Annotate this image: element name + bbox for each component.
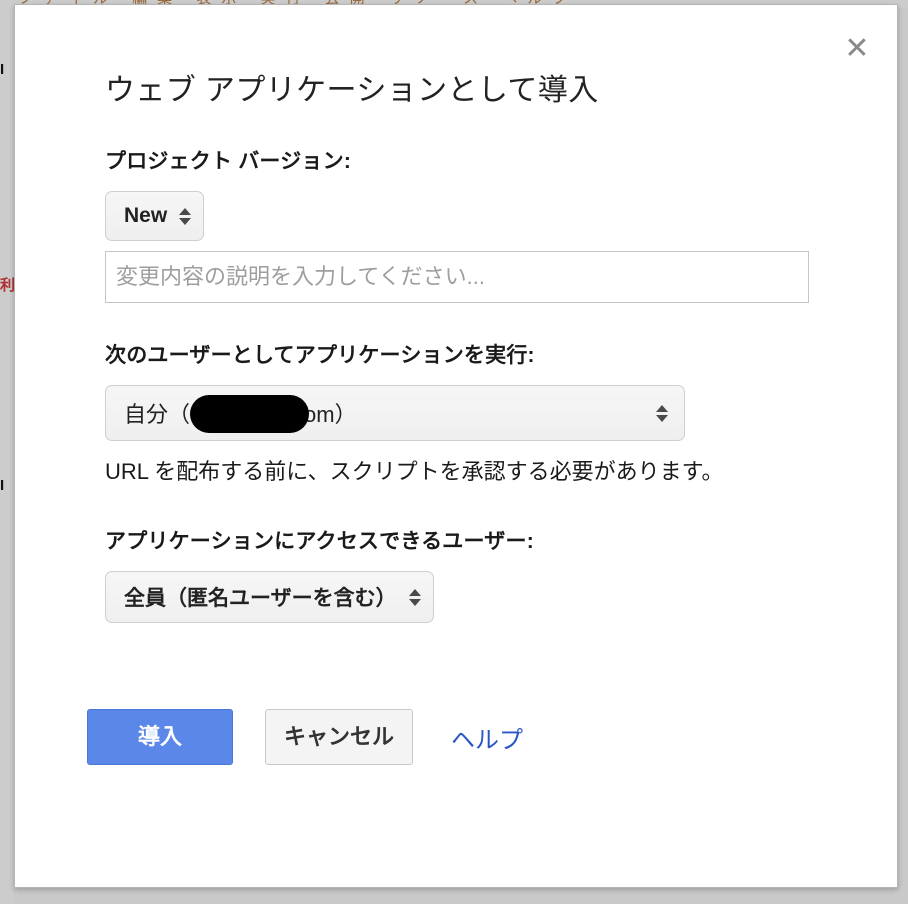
dialog-title: ウェブ アプリケーションとして導入 — [105, 74, 599, 107]
background-text-fragment: 利 — [0, 277, 14, 294]
select-arrows-icon — [179, 207, 192, 225]
dialog-body: ウェブ アプリケーションとして導入 プロジェクト バージョン: New 次のユー… — [87, 71, 857, 765]
background-text-fragment: I — [0, 477, 5, 494]
authorization-note: URL を配布する前に、スクリプトを承認する必要があります。 — [105, 459, 724, 484]
access-level-label: アプリケーションにアクセスできるユーザー: — [105, 530, 534, 553]
run-as-user-select[interactable]: 自分（ w@gmail.com） — [105, 385, 685, 441]
access-level-selected-value: 全員（匿名ユーザーを含む） — [124, 587, 397, 610]
redaction-bar — [190, 395, 309, 433]
background-left-strip: I 利 I — [0, 0, 14, 904]
close-icon[interactable]: ✕ — [839, 31, 875, 67]
access-level-select[interactable]: 全員（匿名ユーザーを含む） — [105, 571, 434, 623]
dialog-actions: 導入 キャンセル ヘルプ — [87, 709, 857, 765]
help-link[interactable]: ヘルプ — [451, 720, 523, 755]
run-as-user-label: 次のユーザーとしてアプリケーションを実行: — [105, 344, 535, 367]
project-version-select[interactable]: New — [105, 191, 205, 241]
project-version-label: プロジェクト バージョン: — [105, 150, 352, 173]
select-arrows-icon — [408, 588, 421, 606]
project-version-selected-value: New — [124, 204, 168, 227]
cancel-button[interactable]: キャンセル — [265, 709, 413, 765]
deploy-button[interactable]: 導入 — [87, 709, 233, 765]
select-arrows-icon — [656, 404, 668, 422]
background-text-fragment: I — [0, 61, 5, 78]
deploy-web-app-dialog: ✕ ウェブ アプリケーションとして導入 プロジェクト バージョン: New 次の… — [14, 4, 898, 888]
version-description-input[interactable] — [105, 251, 809, 303]
